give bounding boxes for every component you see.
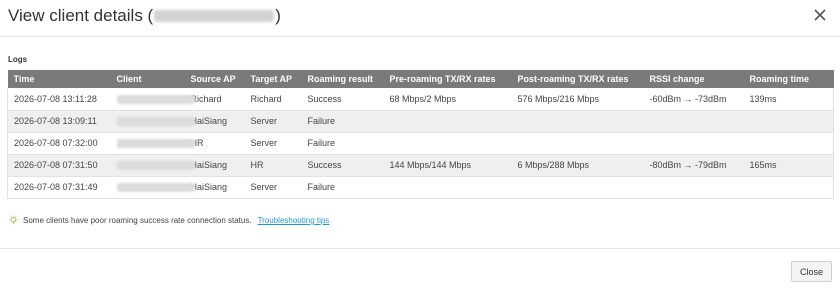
cell-pre-rates (384, 176, 512, 198)
cell-roaming-result: Failure (307, 182, 336, 192)
cell-time: 2026-07-08 13:11:28 (14, 93, 97, 104)
cell-time: 2026-07-08 13:09:11 (14, 116, 97, 126)
cell-time: 2026-07-08 07:31:49 (14, 182, 98, 192)
cell-target-ap: Richard (250, 93, 282, 104)
client-redacted (116, 161, 195, 171)
dialog-title-suffix: ) (275, 6, 281, 25)
table-row[interactable]: 2026-07-08 13:09:11 HaiSiang Server Failure (7, 110, 834, 132)
table-header: Time Client Source AP Target AP Roaming resu… (7, 70, 834, 88)
cell-client (111, 176, 195, 198)
roaming-logs-table: Time Client Source AP Target AP Roaming resu… (7, 70, 834, 199)
cell-pre-rates (384, 110, 512, 132)
cell-client (111, 132, 195, 154)
cell-post-rates (512, 110, 644, 132)
cell-roaming-result: Success (307, 93, 342, 104)
cell-target-ap: Server (250, 138, 278, 148)
cell-pre-rates (384, 132, 512, 154)
column-header: Source AP (190, 74, 236, 84)
column-header: Client (116, 74, 142, 84)
troubleshooting-tips-link[interactable]: Troubleshooting tips (258, 216, 330, 225)
cell-pre-rates: 144 Mbps/144 Mbps (389, 160, 472, 170)
cell-roaming-time (744, 176, 834, 198)
dialog-header: View client details ( ) (0, 0, 840, 37)
column-header: RSSI change (649, 74, 705, 84)
dialog-title-prefix: View client details ( (8, 6, 154, 25)
cell-time: 2026-07-08 07:31:50 (14, 160, 98, 170)
cell-rssi-change: -80dBm → -79dBm (649, 160, 727, 170)
close-button[interactable]: Close (790, 261, 832, 282)
cell-roaming-time (744, 110, 834, 132)
cell-post-rates (512, 132, 644, 154)
cell-post-rates: 576 Mbps/216 Mbps (517, 93, 600, 104)
column-header: Pre-roaming TX/RX rates (389, 74, 496, 84)
table-row[interactable]: 2026-07-08 13:11:28 Richard Richard Success… (7, 88, 834, 110)
cell-time: 2026-07-08 07:32:00 (14, 138, 98, 148)
client-redacted (116, 117, 195, 127)
cell-roaming-result: Failure (307, 116, 336, 126)
cell-post-rates (512, 176, 644, 198)
table-row[interactable]: 2026-07-08 07:31:49 HaiSiang Server Failure (7, 176, 834, 198)
cell-pre-rates: 68 Mbps/2 Mbps (389, 93, 457, 104)
column-header: Roaming time (749, 74, 810, 84)
column-header: Post-roaming TX/RX rates (517, 74, 629, 84)
table-row[interactable]: 2026-07-08 07:32:00 HR Server Failure (7, 132, 834, 154)
lightbulb-icon (9, 215, 18, 225)
cell-roaming-time: 139ms (749, 93, 777, 104)
cell-client (111, 154, 195, 176)
column-header: Time (13, 74, 35, 84)
cell-post-rates: 6 Mbps/288 Mbps (517, 160, 590, 170)
cell-rssi-change (644, 110, 744, 132)
dialog-title: View client details ( ) (8, 6, 281, 26)
cell-target-ap: Server (250, 182, 278, 192)
cell-roaming-time (744, 132, 834, 154)
tip-text: Some clients have poor roaming success r… (23, 216, 252, 225)
cell-roaming-result: Success (307, 160, 342, 170)
column-header: Target AP (250, 74, 293, 84)
cell-target-ap: Server (250, 116, 278, 126)
client-redacted (116, 139, 195, 149)
cell-roaming-result: Failure (307, 138, 336, 148)
cell-roaming-time: 165ms (749, 160, 777, 170)
cell-client (111, 110, 195, 132)
cell-target-ap: HR (250, 160, 264, 170)
cell-rssi-change: -60dBm → -73dBm (649, 93, 727, 104)
cell-client (111, 88, 195, 110)
close-icon[interactable] (810, 5, 830, 25)
logs-section-label: Logs (8, 55, 28, 64)
dialog-footer: Close (0, 248, 840, 288)
table-row[interactable]: 2026-07-08 07:31:50 HaiSiang HR Success 144 … (7, 154, 834, 176)
client-redacted (116, 94, 195, 104)
client-id-redacted (154, 10, 275, 22)
cell-rssi-change (644, 132, 744, 154)
cell-rssi-change (644, 176, 744, 198)
client-redacted (116, 183, 195, 193)
table-body: 2026-07-08 13:11:28 Richard Richard Success… (7, 88, 834, 198)
tip-message: Some clients have poor roaming success r… (8, 215, 329, 226)
column-header: Roaming result (307, 74, 374, 84)
